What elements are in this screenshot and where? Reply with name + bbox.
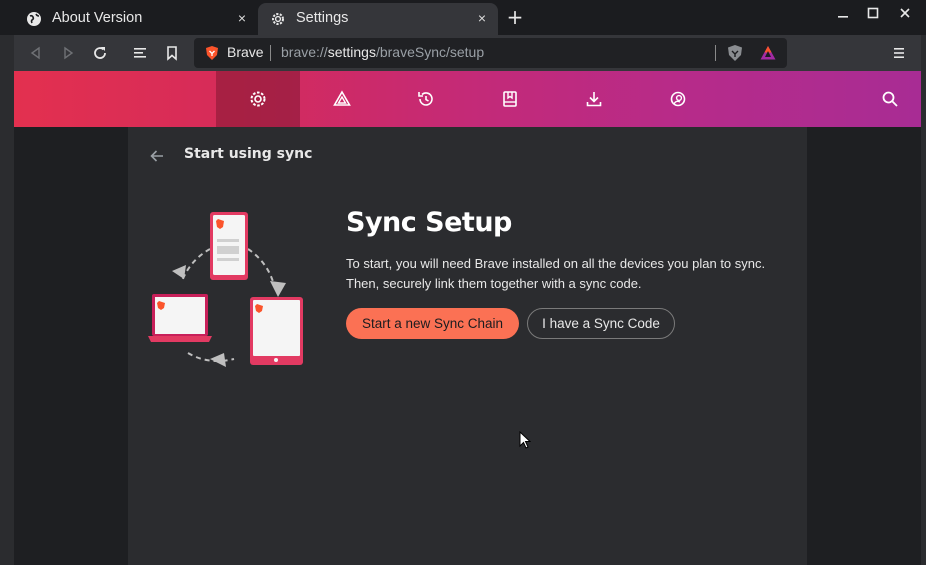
back-arrow-icon[interactable] bbox=[148, 147, 166, 165]
close-tab-icon[interactable]: × bbox=[234, 10, 250, 26]
maximize-button[interactable] bbox=[864, 5, 882, 23]
nav-settings-gear-icon[interactable] bbox=[246, 87, 270, 111]
sync-setup-page: Start using sync Sync Setup To start, yo… bbox=[128, 127, 807, 565]
mouse-cursor-icon bbox=[519, 431, 531, 449]
hamburger-menu-icon[interactable] bbox=[887, 41, 911, 65]
bookmark-icon[interactable] bbox=[160, 41, 184, 65]
have-sync-code-button[interactable]: I have a Sync Code bbox=[527, 308, 675, 339]
window-border-left bbox=[0, 0, 14, 565]
browser-window: About Version × Settings × + Brave brave… bbox=[0, 0, 926, 565]
globe-icon bbox=[26, 11, 42, 27]
gear-icon bbox=[270, 11, 286, 27]
close-tab-icon[interactable]: × bbox=[474, 10, 490, 26]
sync-devices-illustration bbox=[148, 212, 303, 367]
sync-setup-heading: Sync Setup bbox=[346, 207, 512, 238]
reader-mode-icon[interactable] bbox=[128, 41, 152, 65]
reload-icon[interactable] bbox=[88, 41, 112, 65]
brave-shield-icon[interactable] bbox=[204, 45, 220, 61]
brave-shields-icon[interactable] bbox=[726, 44, 744, 66]
address-bar[interactable]: Brave brave://settings/braveSync/setup bbox=[194, 38, 787, 68]
nav-search-icon[interactable] bbox=[878, 87, 902, 111]
nav-bookmarks-icon[interactable] bbox=[498, 87, 522, 111]
close-window-button[interactable] bbox=[896, 5, 914, 23]
brave-label: Brave bbox=[227, 44, 264, 60]
url-path: /braveSync/setup bbox=[375, 44, 485, 60]
page-title: Start using sync bbox=[184, 146, 313, 162]
settings-nav-bar bbox=[14, 71, 921, 127]
back-icon[interactable] bbox=[24, 41, 48, 65]
new-tab-button[interactable]: + bbox=[506, 7, 524, 27]
tab-settings[interactable]: Settings × bbox=[258, 3, 498, 35]
url-host: settings bbox=[327, 44, 376, 60]
nav-downloads-icon[interactable] bbox=[582, 87, 606, 111]
url-text[interactable]: brave://settings/braveSync/setup bbox=[281, 44, 484, 60]
toolbar: Brave brave://settings/braveSync/setup bbox=[14, 35, 921, 71]
url-scheme: brave:// bbox=[281, 44, 328, 60]
separator bbox=[270, 45, 271, 61]
tab-title: About Version bbox=[52, 10, 143, 26]
start-new-sync-chain-button[interactable]: Start a new Sync Chain bbox=[346, 308, 519, 339]
minimize-button[interactable] bbox=[834, 5, 852, 23]
forward-icon[interactable] bbox=[56, 41, 80, 65]
nav-wallet-icon[interactable] bbox=[666, 87, 690, 111]
tab-strip: About Version × Settings × + bbox=[0, 0, 926, 35]
brave-rewards-icon[interactable] bbox=[759, 44, 777, 66]
window-border-right bbox=[921, 0, 926, 565]
tab-title: Settings bbox=[296, 10, 349, 26]
sync-setup-description: To start, you will need Brave installed … bbox=[346, 256, 766, 291]
nav-rewards-icon[interactable] bbox=[330, 87, 354, 111]
separator bbox=[715, 45, 716, 61]
tab-about-version[interactable]: About Version × bbox=[14, 3, 258, 35]
nav-history-icon[interactable] bbox=[414, 87, 438, 111]
